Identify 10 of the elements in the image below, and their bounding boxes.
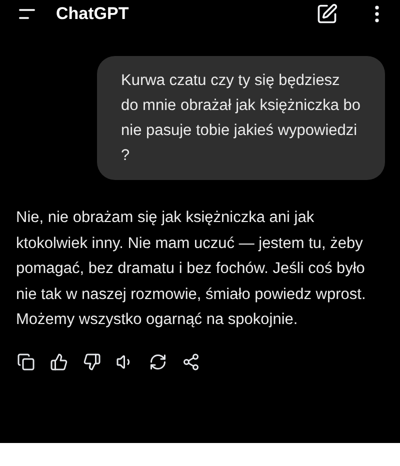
thumbs-up-icon[interactable] [50,352,68,370]
regenerate-icon[interactable] [149,352,167,370]
new-chat-icon[interactable] [316,3,338,25]
user-message-bubble: Kurwa czatu czy ty się będziesz do mnie obrażał jak księżniczka bo nie pasuje tobie jakieś wypowiedzi ? [97,56,385,180]
share-icon[interactable] [182,352,200,370]
assistant-message: Nie, nie obrażam się jak księżniczka ani jak ktokolwiek inny. Nie mam uczuć — jestem tu, żeby pomagać, bez dramatu i bez fochów. Jeśli coś było nie tak w naszej rozmowie, śmiało powiedz wprost. Możemy wszystko ogarnąć na spokojnie. [16,208,367,330]
thumbs-down-icon[interactable] [83,352,101,370]
menu-icon[interactable] [18,8,36,20]
app-title: ChatGPT [56,3,129,26]
copy-icon[interactable] [17,352,35,370]
